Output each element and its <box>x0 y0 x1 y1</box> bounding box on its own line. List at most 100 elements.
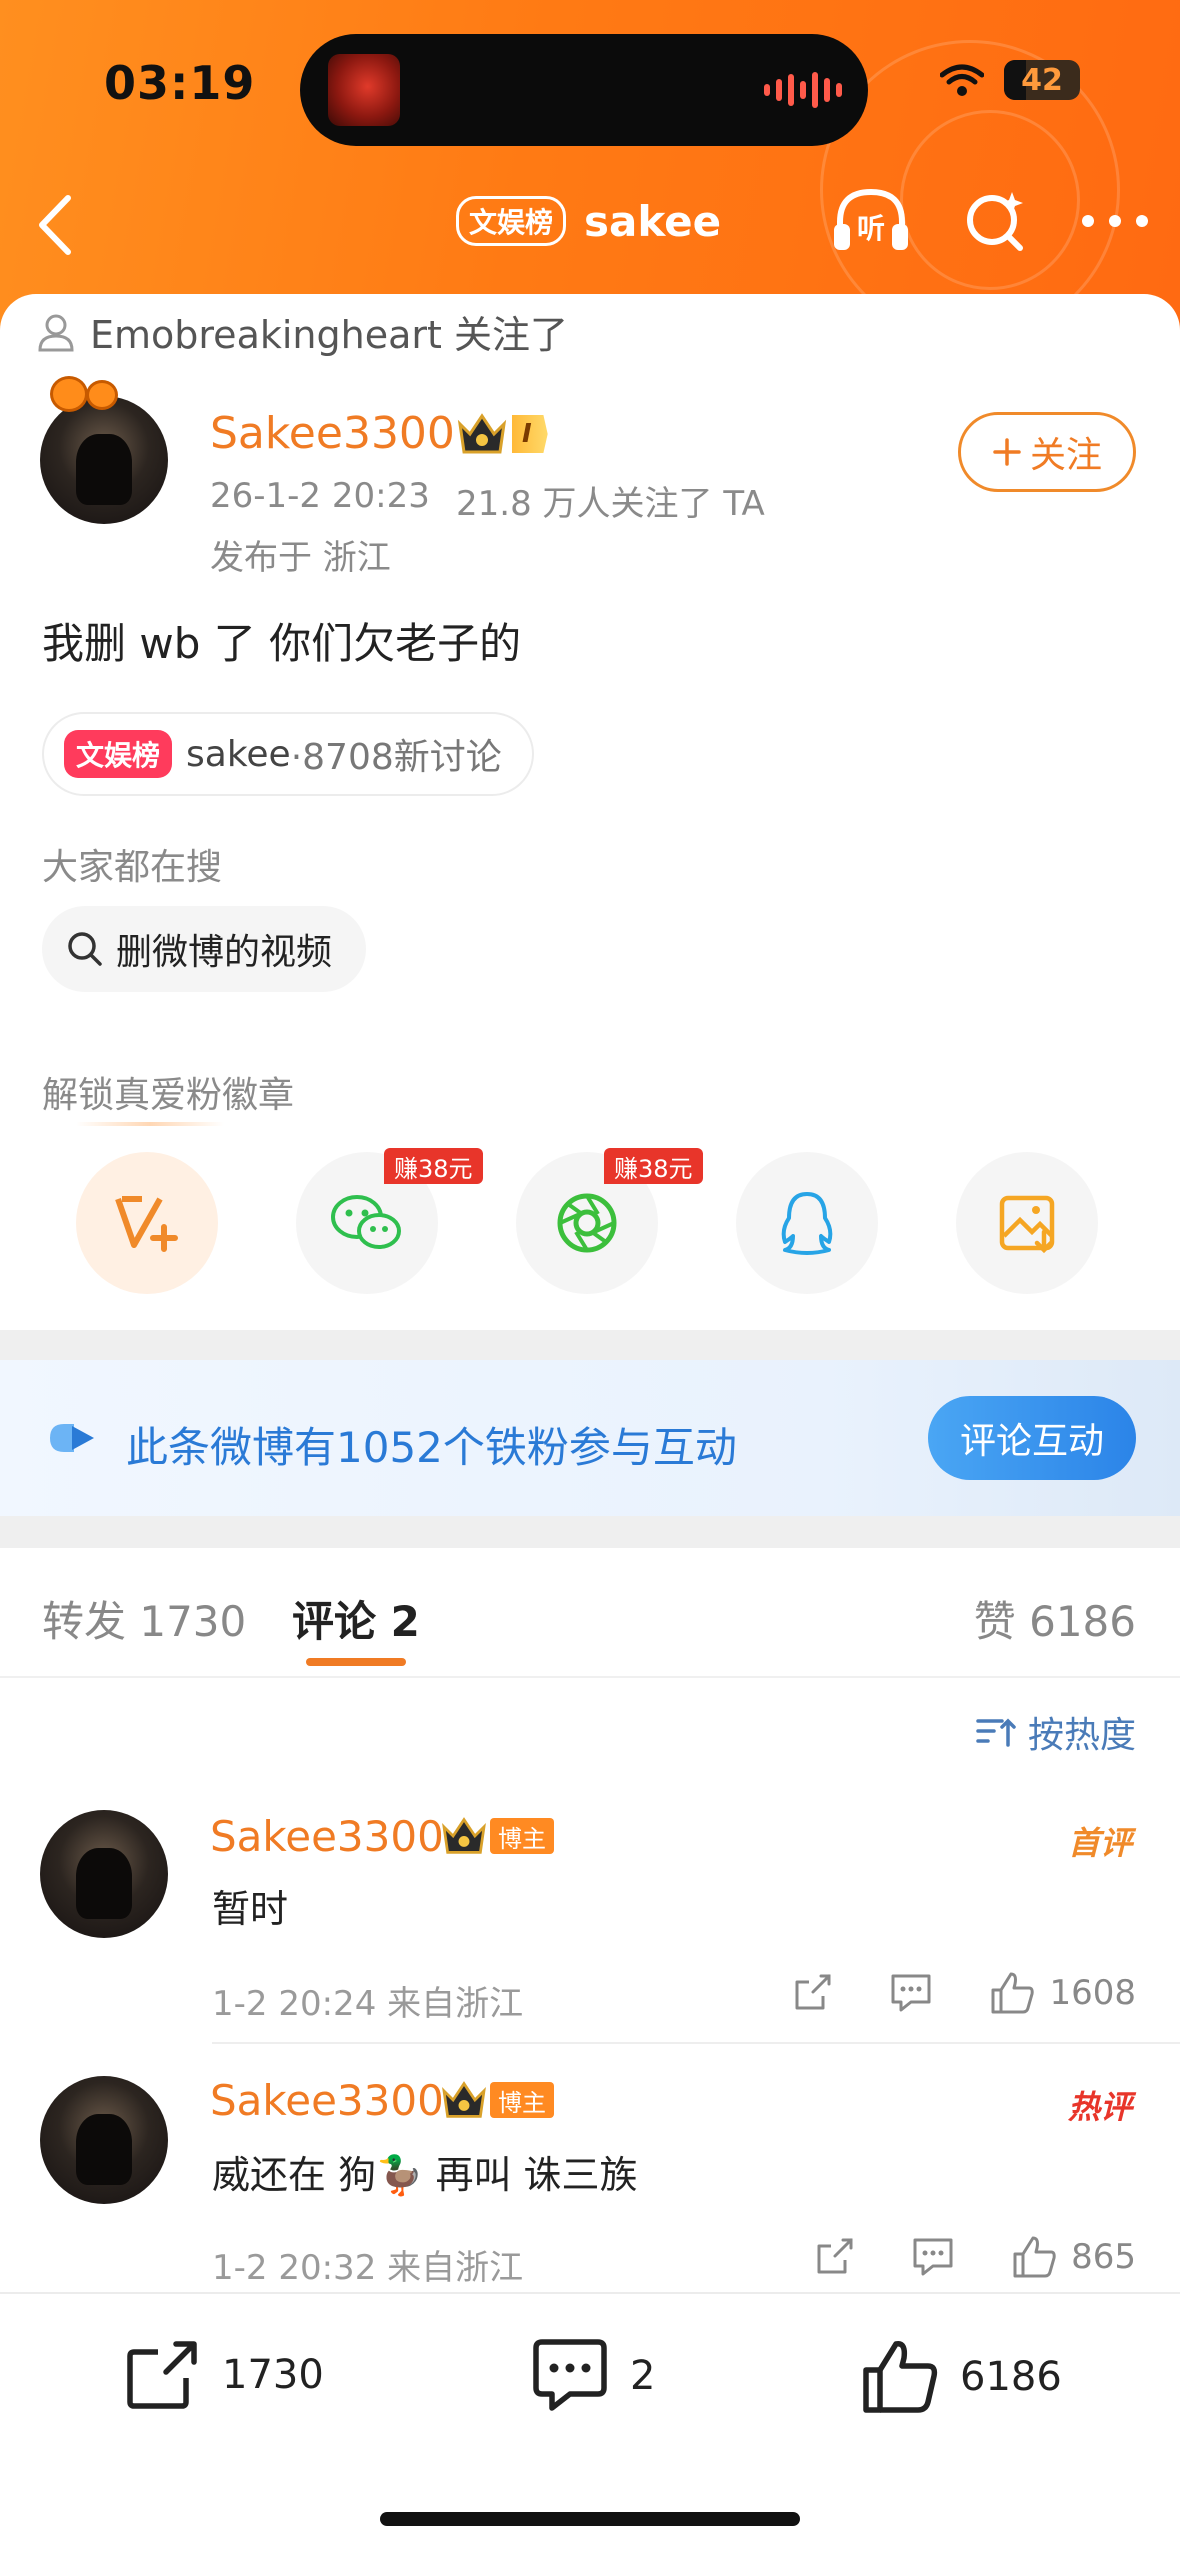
share-qq-button[interactable] <box>736 1152 878 1294</box>
fans-banner-text: 此条微博有1052个铁粉参与互动 <box>126 1423 737 1472</box>
hot-comment-badge: 热评 <box>1067 2088 1132 2126</box>
comment-text: 暂时 <box>212 1887 289 1931</box>
trending-search-chip[interactable]: 删微博的视频 <box>42 906 367 992</box>
repost-count: 1730 <box>222 2352 324 2398</box>
section-divider <box>0 1330 1180 1360</box>
crown-icon <box>457 413 507 454</box>
headphones-icon: 听 <box>834 188 908 250</box>
pumpkin-decoration <box>50 376 88 412</box>
crown-icon <box>442 1817 486 1854</box>
ranking-chip: 文娱榜 <box>456 196 567 246</box>
earn-tag: 赚38元 <box>384 1148 483 1184</box>
now-playing-artwork <box>328 54 400 126</box>
trending-search-query: 删微博的视频 <box>116 932 333 973</box>
repost-icon <box>795 1974 831 2010</box>
comment-repost-button[interactable] <box>791 1972 833 2014</box>
dynamic-island[interactable] <box>300 34 868 146</box>
vip-badge[interactable]: I <box>456 412 548 456</box>
thumbs-up-icon <box>863 2341 938 2413</box>
author-badge: 博主 <box>440 1816 554 1856</box>
post-location: 发布于 浙江 <box>210 538 391 578</box>
audio-wave-icon <box>764 72 842 108</box>
battery-indicator: 42 <box>1004 60 1080 100</box>
commenter-avatar[interactable] <box>40 1810 168 1938</box>
comment-meta: 1-2 20:32 来自浙江 <box>212 2248 524 2288</box>
wifi-icon <box>940 64 984 96</box>
follow-label: 关注 <box>1029 435 1102 476</box>
more-icon <box>1082 215 1148 227</box>
comment-actions: 865 <box>813 2234 1136 2280</box>
battery-level: 42 <box>1021 62 1063 98</box>
reply-icon <box>913 2238 953 2276</box>
like-count: 6186 <box>960 2354 1062 2400</box>
back-button[interactable] <box>30 190 80 260</box>
comment-like-button[interactable]: 1608 <box>989 1970 1136 2016</box>
author-name[interactable]: Sakee3300 <box>210 408 455 459</box>
comment-like-button[interactable]: 865 <box>1011 2234 1136 2280</box>
thumbs-up-icon <box>1013 2236 1056 2278</box>
moments-icon <box>557 1193 617 1253</box>
comment-icon <box>533 2339 607 2411</box>
nav-title-group[interactable]: 文娱榜 sakee <box>456 196 721 246</box>
more-button[interactable] <box>1080 211 1150 231</box>
back-arrow-icon <box>39 195 71 255</box>
comment-separator <box>212 2042 1180 2044</box>
first-comment-badge: 首评 <box>1067 1824 1132 1862</box>
comment-actions: 1608 <box>791 1970 1136 2016</box>
vip-level: I <box>512 415 548 453</box>
active-tab-indicator <box>306 1658 406 1666</box>
page-title: sakee <box>584 196 722 246</box>
comment-like-count: 1608 <box>1049 1973 1136 2013</box>
thumbs-up-icon <box>991 1972 1035 2014</box>
sort-label: 按热度 <box>1027 1715 1136 1756</box>
comment-like-count: 865 <box>1071 2237 1136 2277</box>
repost-button[interactable]: 1730 <box>124 2338 324 2412</box>
topic-chip[interactable]: 文娱榜 sakee ·8708新讨论 <box>42 712 534 796</box>
person-icon <box>38 314 74 351</box>
author-tag: 博主 <box>490 1818 554 1854</box>
post-date: 26-1-2 20:23 <box>210 476 430 516</box>
reply-icon <box>891 1974 931 2012</box>
topic-count: ·8708新讨论 <box>290 737 502 778</box>
sort-toggle[interactable]: 按热度 <box>976 1706 1136 1758</box>
tab-repost[interactable]: 转发 1730 <box>42 1588 246 1649</box>
nav-actions: 听 <box>830 186 1150 256</box>
top-header: 03:19 42 文娱榜 sakee 听 <box>0 0 1180 330</box>
post-text: 我删 wb 了 你们欠老子的 <box>42 619 522 668</box>
search-button[interactable] <box>964 188 1028 254</box>
comment-item: Sakee3300 博主 首评 暂时 1-2 20:24 来自浙江 1608 <box>0 1800 1180 2044</box>
search-icon <box>967 192 1023 251</box>
repost-icon <box>127 2341 197 2409</box>
commenter-name[interactable]: Sakee3300 <box>210 1812 444 1861</box>
tab-like[interactable]: 赞 6186 <box>974 1588 1136 1649</box>
comment-repost-button[interactable] <box>813 2236 855 2278</box>
crown-icon <box>442 2081 486 2118</box>
plus-icon <box>993 438 1021 466</box>
follow-note: Emobreakingheart 关注了 <box>36 304 568 359</box>
comment-count: 2 <box>630 2353 656 2399</box>
follower-count: 21.8 万人关注了 TA <box>456 484 765 524</box>
fan-badge-button[interactable] <box>76 1152 218 1294</box>
follow-button[interactable]: 关注 <box>958 412 1136 492</box>
listen-button[interactable]: 听 <box>830 186 912 256</box>
fans-icon <box>50 1424 94 1452</box>
pumpkin-decoration <box>86 380 118 410</box>
like-button[interactable]: 6186 <box>860 2338 1062 2416</box>
fans-interaction-banner[interactable]: 此条微博有1052个铁粉参与互动 评论互动 <box>0 1360 1180 1516</box>
tab-comment[interactable]: 评论 2 <box>292 1588 420 1649</box>
author-tag: 博主 <box>490 2082 554 2118</box>
author-avatar[interactable] <box>40 396 168 524</box>
interaction-tabs: 转发 1730 评论 2 赞 6186 <box>0 1548 1180 1678</box>
comment-reply-button[interactable] <box>889 1972 933 2014</box>
comment-meta: 1-2 20:24 来自浙江 <box>212 1984 524 2024</box>
commenter-avatar[interactable] <box>40 2076 168 2204</box>
sort-icon <box>976 1718 1016 1747</box>
comment-reply-button[interactable] <box>911 2236 955 2278</box>
comment-button[interactable]: 2 <box>530 2338 655 2414</box>
unlock-highlight <box>76 1122 224 1126</box>
save-image-button[interactable] <box>956 1152 1098 1294</box>
commenter-name[interactable]: Sakee3300 <box>210 2076 444 2125</box>
comment-interact-button[interactable]: 评论互动 <box>928 1396 1136 1480</box>
home-indicator[interactable] <box>380 2512 800 2526</box>
earn-tag: 赚38元 <box>604 1148 703 1184</box>
